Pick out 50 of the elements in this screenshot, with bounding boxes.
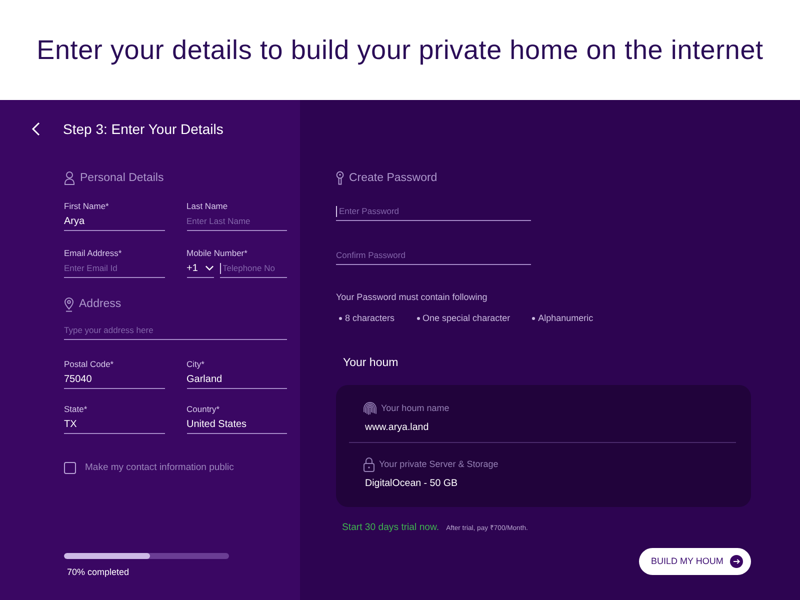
input-field[interactable]: Garland <box>186 370 287 389</box>
bullet-icon <box>416 316 420 320</box>
chevron-down-icon <box>204 265 214 271</box>
section-title: Your houm <box>343 356 398 371</box>
password-field[interactable]: Confirm Password <box>336 246 531 265</box>
field-label: City* <box>186 358 204 370</box>
info-label: Your private Server & Storage <box>379 458 498 470</box>
password-rule: Alphanumeric <box>538 312 594 324</box>
info-value: DigitalOcean - 50 GB <box>365 477 458 491</box>
password-rules-title: Your Password must contain following <box>336 291 488 303</box>
password-rule: 8 characters <box>345 312 395 324</box>
field-label: Mobile Number* <box>186 247 248 259</box>
field-label: First Name* <box>64 200 109 212</box>
password-field[interactable]: Enter Password <box>336 202 531 221</box>
build-button[interactable]: BUILD MY HOUM <box>639 548 751 575</box>
key-icon <box>336 171 344 185</box>
trial-offer-text: Start 30 days trial now. <box>342 522 440 534</box>
location-pin-icon <box>64 296 74 312</box>
page-title: Enter your details to build your private home on the internet <box>36 34 764 66</box>
info-label: Your houm name <box>381 402 450 414</box>
fingerprint-icon <box>363 401 377 415</box>
section-heading: Personal Details <box>80 171 164 186</box>
field-label: State* <box>64 403 88 415</box>
input-field[interactable]: TX <box>64 415 164 434</box>
field-label: Postal Code* <box>64 358 114 370</box>
checkbox[interactable] <box>64 462 76 474</box>
country-code-dropdown[interactable]: +1 <box>186 259 214 278</box>
section-heading: Create Password <box>349 171 438 186</box>
progress-label: 70% completed <box>67 566 130 578</box>
address-input-field[interactable]: Type your address here <box>64 321 287 340</box>
input-field[interactable]: 75040 <box>64 370 164 389</box>
back-icon[interactable] <box>31 122 40 136</box>
step-title: Step 3: Enter Your Details <box>63 120 224 138</box>
info-value: www.arya.land <box>365 421 429 435</box>
field-label: Country* <box>186 403 220 415</box>
person-icon <box>64 171 75 185</box>
checkbox-label: Make my contact information public <box>85 462 234 474</box>
input-field[interactable]: United States <box>186 415 287 434</box>
field-label: Last Name <box>186 200 228 212</box>
input-field[interactable]: Enter Last Name <box>186 212 287 231</box>
lock-icon <box>363 456 375 472</box>
input-field[interactable]: Arya <box>64 212 164 231</box>
section-heading: Address <box>79 297 122 312</box>
phone-input-field[interactable]: Telephone No <box>220 259 287 278</box>
bullet-icon <box>532 316 536 320</box>
input-field[interactable]: Enter Email Id <box>64 259 164 278</box>
arrow-right-icon <box>730 555 743 568</box>
field-label: Email Address* <box>64 247 122 259</box>
bullet-icon <box>339 316 342 320</box>
password-rule: One special character <box>422 312 510 324</box>
